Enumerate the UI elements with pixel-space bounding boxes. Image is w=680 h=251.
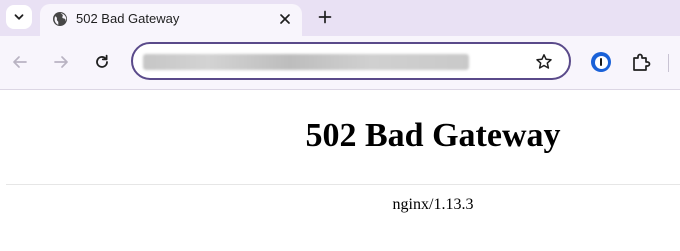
address-bar[interactable] bbox=[131, 42, 571, 80]
browser-window: 502 Bad Gateway 502 Bad Gateway nginx/1.… bbox=[0, 0, 680, 251]
extensions-puzzle-icon[interactable] bbox=[630, 51, 652, 73]
horizontal-rule bbox=[6, 184, 680, 185]
globe-icon bbox=[53, 12, 67, 26]
chevron-down-icon bbox=[14, 14, 24, 20]
star-icon[interactable] bbox=[535, 53, 553, 71]
page-content: 502 Bad Gateway nginx/1.13.3 bbox=[0, 91, 680, 251]
reload-button[interactable] bbox=[91, 51, 113, 73]
toolbar-divider bbox=[668, 54, 669, 72]
plus-icon bbox=[318, 10, 332, 24]
tab-title: 502 Bad Gateway bbox=[76, 11, 180, 26]
tab-active[interactable]: 502 Bad Gateway bbox=[40, 4, 302, 36]
tab-search-button[interactable] bbox=[6, 5, 32, 29]
url-text-redacted bbox=[143, 54, 469, 70]
error-heading: 502 Bad Gateway bbox=[305, 117, 561, 154]
forward-button[interactable] bbox=[50, 51, 72, 73]
close-icon[interactable] bbox=[278, 12, 292, 26]
new-tab-button[interactable] bbox=[314, 6, 336, 28]
tab-strip: 502 Bad Gateway bbox=[0, 0, 680, 36]
back-button[interactable] bbox=[9, 51, 31, 73]
reload-icon bbox=[96, 54, 108, 68]
server-signature: nginx/1.13.3 bbox=[392, 196, 474, 213]
browser-toolbar bbox=[0, 36, 680, 90]
arrow-left-icon bbox=[13, 56, 27, 68]
password-manager-extension-icon[interactable] bbox=[591, 52, 611, 72]
arrow-right-icon bbox=[54, 56, 68, 68]
